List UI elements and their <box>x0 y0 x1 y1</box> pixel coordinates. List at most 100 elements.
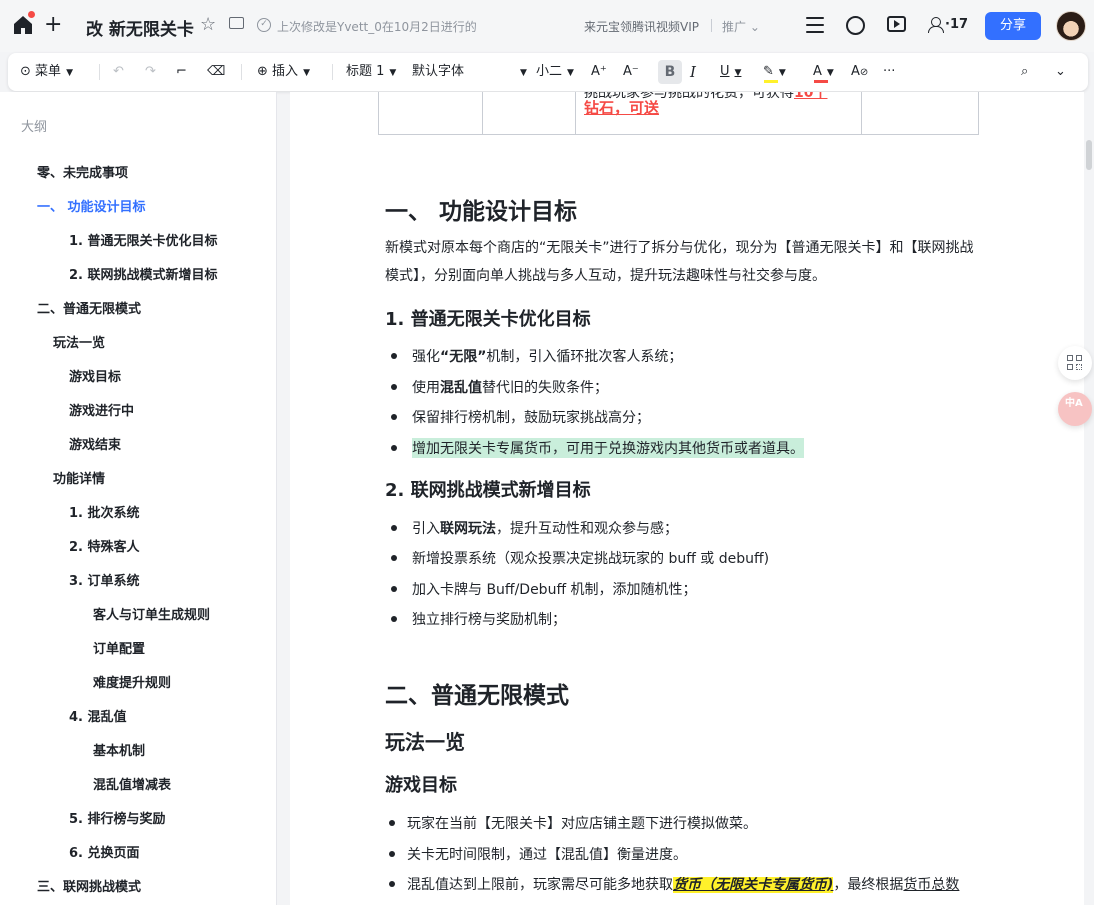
collaborators-button[interactable]: ·17 <box>928 16 968 33</box>
list-item[interactable]: 引入联网玩法，提升互动性和观众参与感； <box>385 518 678 538</box>
doc-title[interactable]: 改 新无限关卡 <box>86 15 194 40</box>
list-item[interactable]: 增加无限关卡专属货币，可用于兑换游戏内其他货币或者道具。 <box>385 438 804 458</box>
saved-check-icon: ✓ <box>257 18 271 32</box>
subsection-heading[interactable]: 游戏目标 <box>385 771 457 797</box>
font-select-caret[interactable]: ▼ <box>515 53 527 91</box>
highlight-color-swatch <box>764 80 778 83</box>
size-label: 小二 <box>536 64 563 79</box>
font-select[interactable]: 默认字体 <box>412 53 464 91</box>
insert-button[interactable]: ⊕ 插入 ▼ <box>257 53 310 91</box>
list-item[interactable]: 新增投票系统（观众投票决定挑战玩家的 buff 或 debuff) <box>385 548 769 568</box>
grid-apps-icon[interactable] <box>1058 346 1092 380</box>
outline-item[interactable]: 4. 混乱值 <box>69 706 127 725</box>
scrollbar[interactable] <box>1086 140 1092 170</box>
outline-item[interactable]: 零、未完成事项 <box>37 162 128 181</box>
user-icon <box>928 16 944 33</box>
outline-item[interactable]: 客人与订单生成规则 <box>93 604 210 623</box>
notification-dot <box>28 11 35 18</box>
translate-icon[interactable]: 中A <box>1058 392 1092 426</box>
outline-item[interactable]: 6. 兑换页面 <box>69 842 140 861</box>
outline-item[interactable]: 3. 订单系统 <box>69 570 140 589</box>
subsection-heading[interactable]: 玩法一览 <box>385 726 465 755</box>
outline-title: 大纲 <box>21 120 48 135</box>
outline-item[interactable]: 游戏目标 <box>69 366 121 385</box>
outline-item[interactable]: 5. 排行榜与奖励 <box>69 808 166 827</box>
list-item[interactable]: 保留排行榜机制，鼓励玩家挑战高分； <box>385 407 650 427</box>
promo-dropdown[interactable]: 推广 ⌄ <box>722 18 760 35</box>
list-item[interactable]: 使用混乱值替代旧的失败条件； <box>385 377 608 397</box>
outline-item[interactable]: 订单配置 <box>93 638 145 657</box>
outline-item[interactable]: 三、联网挑战模式 <box>37 876 141 895</box>
outline-sidebar: 大纲 零、未完成事项 一、 功能设计目标 1. 普通无限关卡优化目标 2. 联网… <box>0 92 277 905</box>
paragraph[interactable]: 新模式对原本每个商店的“无限关卡”进行了拆分与优化，现分为【普通无限关卡】和【联… <box>385 234 985 290</box>
share-button[interactable]: 分享 <box>985 12 1041 40</box>
heading-label: 标题 1 <box>346 64 385 79</box>
more-icon[interactable]: ··· <box>883 53 895 91</box>
grow-font-icon[interactable]: A⁺ <box>591 53 607 91</box>
divider <box>711 19 712 32</box>
new-doc-icon[interactable]: + <box>44 14 62 36</box>
outline-item[interactable]: 难度提升规则 <box>93 672 171 691</box>
insert-label: 插入 <box>272 64 299 79</box>
format-toolbar: ⊙ 菜单 ▼ ↶ ↷ ⌐ ⌫ ⊕ 插入 ▼ 标题 1 ▼ 默认字体 ▼ 小二 ▼ A⁺ … <box>8 53 1088 91</box>
list-menu-icon[interactable] <box>806 17 824 33</box>
heading-select[interactable]: 标题 1 ▼ <box>346 53 396 91</box>
collaborator-count: ·17 <box>945 17 969 32</box>
list-item[interactable]: 关卡无时间限制，通过【混乱值】衡量进度。 <box>385 844 687 864</box>
last-edit-text[interactable]: 上次修改是Yvett_0在10月2日进行的 <box>277 18 477 35</box>
promo-label: 推广 <box>722 20 747 34</box>
shrink-font-icon[interactable]: A⁻ <box>623 53 639 91</box>
section-heading[interactable]: 二、普通无限模式 <box>385 676 569 710</box>
menu-button[interactable]: ⊙ 菜单 ▼ <box>20 53 73 91</box>
underline-button[interactable]: U ▼ <box>720 53 741 91</box>
table-cell-red-text: 钻石，可送 <box>584 99 660 117</box>
list-item[interactable]: 强化“无限”机制，引入循环批次客人系统； <box>385 346 682 366</box>
list-item[interactable]: 混乱值达到上限前，玩家需尽可能多地获取货币（无限关卡专属货币)，最终根据货币总数 <box>385 874 959 894</box>
outline-item[interactable]: 2. 联网挑战模式新增目标 <box>69 264 218 283</box>
plus-circle-icon: ⊕ <box>257 64 268 79</box>
undo-icon[interactable]: ↶ <box>113 53 124 91</box>
list-item[interactable]: 加入卡牌与 Buff/Debuff 机制，添加随机性； <box>385 579 697 599</box>
folder-icon[interactable] <box>229 17 244 29</box>
subsection-heading[interactable]: 2. 联网挑战模式新增目标 <box>385 476 591 502</box>
size-select[interactable]: 小二 ▼ <box>536 53 574 91</box>
format-painter-icon[interactable]: ⌐ <box>176 53 187 91</box>
outline-item[interactable]: 1. 批次系统 <box>69 502 140 521</box>
yuanbao-icon[interactable] <box>846 16 865 35</box>
font-color-label: A <box>813 64 822 79</box>
outline-item[interactable]: 1. 普通无限关卡优化目标 <box>69 230 218 249</box>
document-body[interactable]: 挑战玩家参与挑战的花费，可获得10个 钻石，可送 一、 功能设计目标 新模式对原… <box>290 92 1084 905</box>
italic-button[interactable]: I <box>690 53 696 91</box>
highlight-button[interactable]: ✎ ▼ <box>763 53 786 91</box>
outline-item[interactable]: 2. 特殊客人 <box>69 536 140 555</box>
redo-icon[interactable]: ↷ <box>145 53 156 91</box>
outline-item[interactable]: 游戏进行中 <box>69 400 134 419</box>
list-item[interactable]: 独立排行榜与奖励机制； <box>385 609 566 629</box>
outline-item[interactable]: 二、普通无限模式 <box>37 298 141 317</box>
table-fragment[interactable]: 挑战玩家参与挑战的花费，可获得10个 钻石，可送 <box>378 92 979 135</box>
highlighter-icon: ✎ <box>763 64 774 79</box>
outline-item-active[interactable]: 一、 功能设计目标 <box>37 196 146 215</box>
text-format-icon[interactable]: A⊘ <box>851 53 868 91</box>
menu-circle-icon: ⊙ <box>20 64 31 79</box>
top-bar: + 改 新无限关卡 ☆ ✓ 上次修改是Yvett_0在10月2日进行的 来元宝领… <box>0 0 1094 52</box>
menu-label: 菜单 <box>35 64 62 79</box>
outline-item[interactable]: 游戏结束 <box>69 434 121 453</box>
outline-item[interactable]: 混乱值增减表 <box>93 774 171 793</box>
avatar[interactable] <box>1056 11 1086 41</box>
list-item[interactable]: 玩家在当前【无限关卡】对应店铺主题下进行模拟做菜。 <box>385 813 757 833</box>
subsection-heading[interactable]: 1. 普通无限关卡优化目标 <box>385 305 591 331</box>
clear-format-icon[interactable]: ⌫ <box>207 53 225 91</box>
outline-item[interactable]: 功能详情 <box>53 468 105 487</box>
font-color-button[interactable]: A ▼ <box>813 53 834 91</box>
present-icon[interactable] <box>887 16 906 32</box>
search-icon[interactable]: ⌕ <box>1021 53 1028 91</box>
bold-button[interactable]: B <box>658 60 682 84</box>
star-icon[interactable]: ☆ <box>200 15 216 35</box>
vip-promo-link[interactable]: 来元宝领腾讯视频VIP <box>584 18 699 35</box>
outline-item[interactable]: 基本机制 <box>93 740 145 759</box>
section-heading[interactable]: 一、 功能设计目标 <box>385 192 577 226</box>
outline-item[interactable]: 玩法一览 <box>53 332 105 351</box>
collapse-toolbar-icon[interactable]: ⌄ <box>1055 53 1066 91</box>
chevron-down-icon: ⌄ <box>749 20 760 34</box>
